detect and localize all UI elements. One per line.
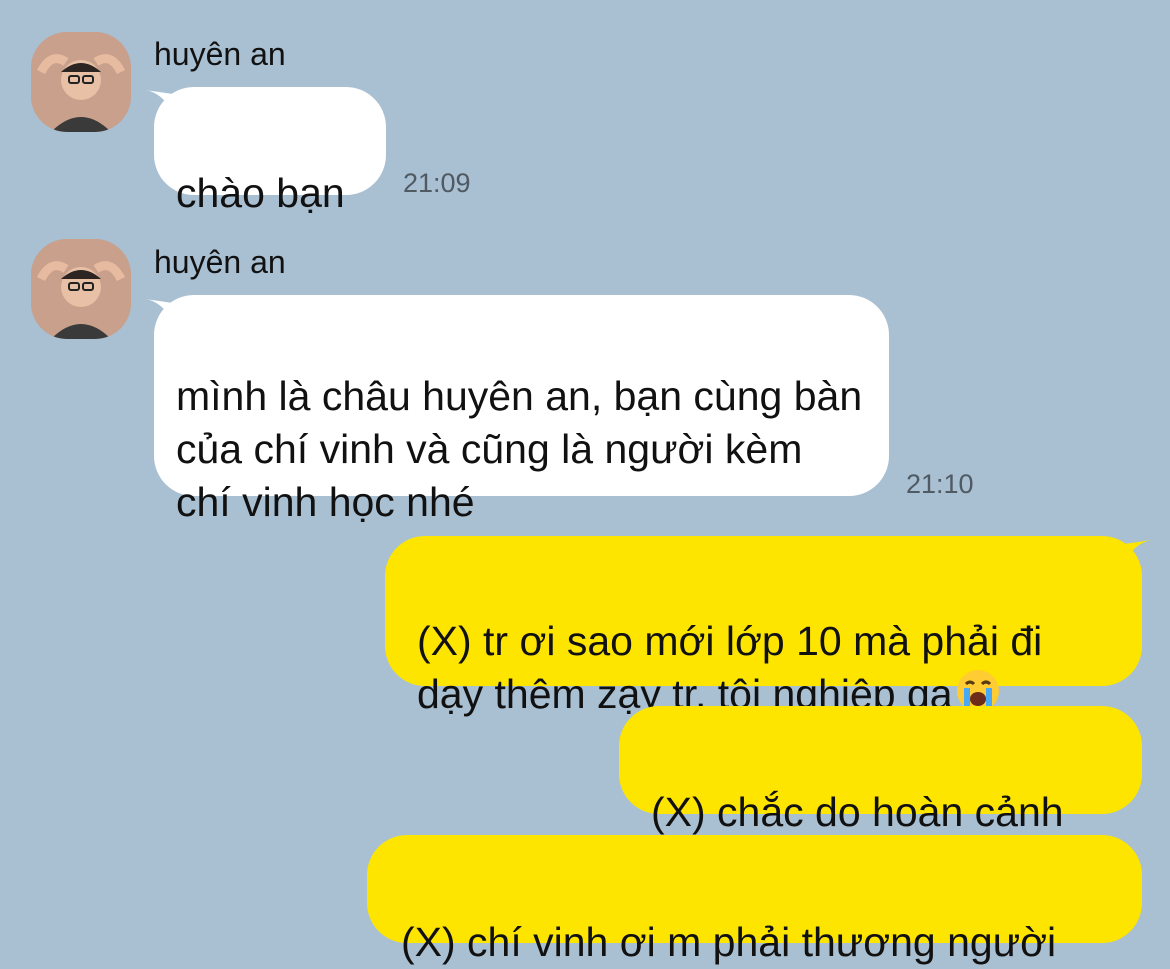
message-text: (X) chí vinh ơi m phải thương người xyxy=(401,919,1057,965)
sender-name: huyên an xyxy=(154,36,286,72)
message-text: mình là châu huyên an, bạn cùng bàn của … xyxy=(176,373,863,525)
message-text: (X) chắc do hoàn cảnh xyxy=(651,789,1064,835)
message-bubble[interactable]: chào bạn xyxy=(154,87,386,216)
avatar[interactable] xyxy=(31,239,131,339)
avatar[interactable] xyxy=(31,32,131,132)
message-time: 21:10 xyxy=(906,469,974,499)
message-bubble[interactable]: (X) chắc do hoàn cảnh xyxy=(619,706,1142,835)
message-bubble[interactable]: (X) chí vinh ơi m phải thương người xyxy=(367,835,1142,965)
message-bubble[interactable]: (X) tr ơi sao mới lớp 10 mà phải đi dạy … xyxy=(385,536,1142,717)
message-bubble[interactable]: mình là châu huyên an, bạn cùng bàn của … xyxy=(154,295,889,525)
message-text: (X) tr ơi sao mới lớp 10 mà phải đi dạy … xyxy=(417,618,1043,717)
sender-name: huyên an xyxy=(154,244,286,280)
message-text: chào bạn xyxy=(176,170,345,216)
message-time: 21:09 xyxy=(403,168,471,198)
